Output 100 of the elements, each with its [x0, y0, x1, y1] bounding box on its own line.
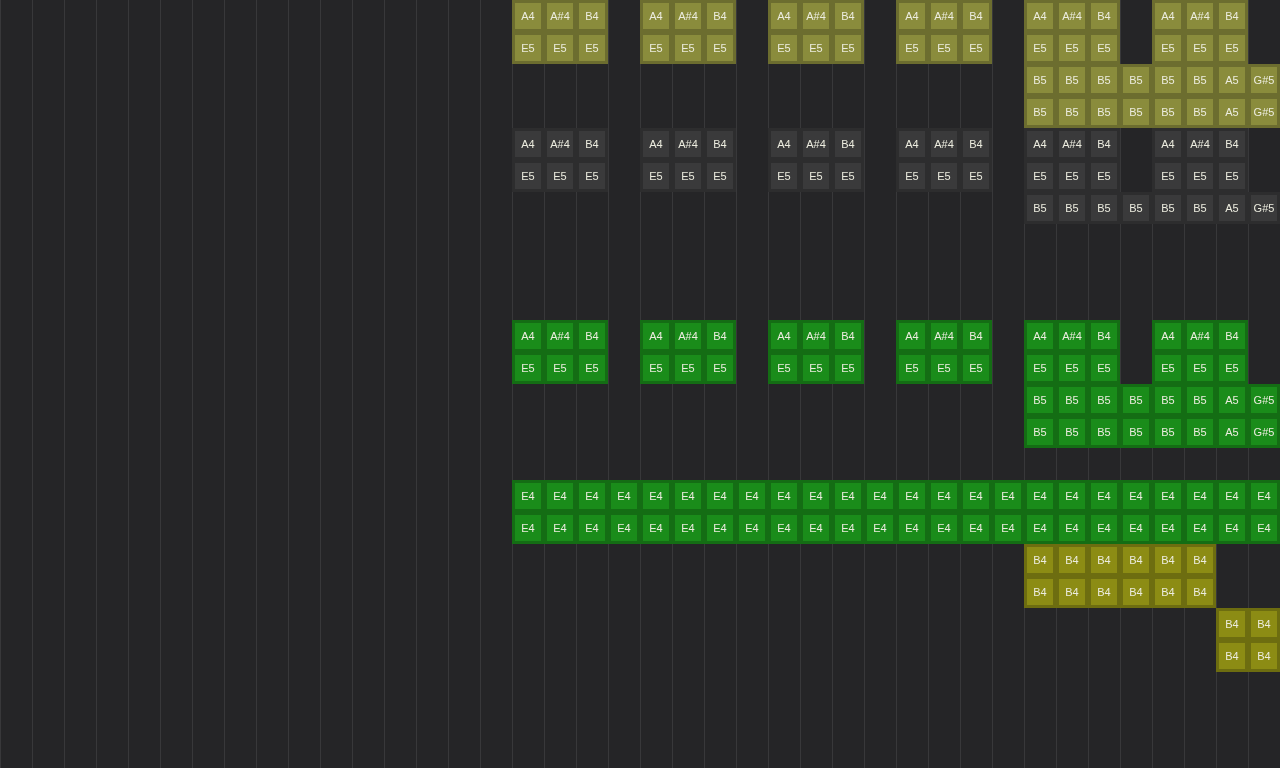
note-cell[interactable]: A4 — [1152, 320, 1184, 352]
note-cell[interactable]: A5 — [1216, 416, 1248, 448]
note-cell[interactable]: A#4 — [928, 0, 960, 32]
note-cell[interactable]: E5 — [672, 352, 704, 384]
note-cell[interactable]: B4 — [1088, 544, 1120, 576]
note-cell[interactable]: E4 — [864, 480, 896, 512]
note-cell[interactable]: E5 — [928, 352, 960, 384]
note-cell[interactable]: B4 — [1152, 544, 1184, 576]
note-cell[interactable]: B4 — [832, 320, 864, 352]
note-cell[interactable]: B4 — [1056, 576, 1088, 608]
note-cell[interactable]: B4 — [1024, 576, 1056, 608]
note-cell[interactable]: B5 — [1152, 416, 1184, 448]
note-cell[interactable]: B5 — [1184, 96, 1216, 128]
note-cell[interactable]: G#5 — [1248, 96, 1280, 128]
note-cell[interactable]: B4 — [576, 0, 608, 32]
note-cell[interactable]: E4 — [1248, 480, 1280, 512]
note-cell[interactable]: E5 — [1152, 352, 1184, 384]
note-cell[interactable]: E4 — [800, 512, 832, 544]
note-cell[interactable]: E5 — [832, 160, 864, 192]
note-cell[interactable]: A#4 — [1056, 0, 1088, 32]
note-cell[interactable]: E4 — [544, 512, 576, 544]
note-cell[interactable]: B4 — [1088, 320, 1120, 352]
note-cell[interactable]: E5 — [704, 160, 736, 192]
note-cell[interactable]: B5 — [1056, 384, 1088, 416]
note-cell[interactable]: E5 — [1184, 352, 1216, 384]
note-cell[interactable]: B5 — [1152, 192, 1184, 224]
note-cell[interactable]: E5 — [512, 160, 544, 192]
note-cell[interactable]: B4 — [1248, 640, 1280, 672]
note-cell[interactable]: E5 — [1184, 32, 1216, 64]
note-cell[interactable]: E4 — [1184, 480, 1216, 512]
note-cell[interactable]: B4 — [1152, 576, 1184, 608]
note-cell[interactable]: A5 — [1216, 384, 1248, 416]
note-cell[interactable]: E4 — [832, 480, 864, 512]
note-cell[interactable]: E5 — [576, 32, 608, 64]
note-cell[interactable]: B4 — [1216, 608, 1248, 640]
note-cell[interactable]: E4 — [832, 512, 864, 544]
note-cell[interactable]: E4 — [736, 480, 768, 512]
note-cell[interactable]: B5 — [1152, 384, 1184, 416]
note-cell[interactable]: G#5 — [1248, 384, 1280, 416]
note-cell[interactable]: A#4 — [1184, 0, 1216, 32]
note-cell[interactable]: G#5 — [1248, 416, 1280, 448]
note-cell[interactable]: E4 — [1024, 480, 1056, 512]
note-cell[interactable]: E4 — [608, 512, 640, 544]
note-cell[interactable]: A5 — [1216, 96, 1248, 128]
note-cell[interactable]: E5 — [672, 32, 704, 64]
note-cell[interactable]: E4 — [576, 480, 608, 512]
note-cell[interactable]: E4 — [1088, 512, 1120, 544]
note-cell[interactable]: E5 — [640, 160, 672, 192]
note-cell[interactable]: A4 — [1024, 320, 1056, 352]
note-cell[interactable]: B5 — [1184, 416, 1216, 448]
note-cell[interactable]: E4 — [512, 480, 544, 512]
note-cell[interactable]: B5 — [1056, 96, 1088, 128]
note-cell[interactable]: B5 — [1120, 384, 1152, 416]
note-cell[interactable]: G#5 — [1248, 64, 1280, 96]
note-cell[interactable]: E4 — [608, 480, 640, 512]
note-cell[interactable]: B5 — [1184, 192, 1216, 224]
note-cell[interactable]: E5 — [800, 32, 832, 64]
note-cell[interactable]: B4 — [1184, 576, 1216, 608]
note-cell[interactable]: E5 — [640, 352, 672, 384]
note-cell[interactable]: E4 — [1120, 480, 1152, 512]
note-cell[interactable]: B4 — [1024, 544, 1056, 576]
note-cell[interactable]: E5 — [544, 352, 576, 384]
note-cell[interactable]: A#4 — [800, 128, 832, 160]
note-cell[interactable]: A#4 — [1056, 320, 1088, 352]
note-cell[interactable]: E5 — [960, 32, 992, 64]
note-cell[interactable]: B5 — [1056, 416, 1088, 448]
note-cell[interactable]: B4 — [1088, 128, 1120, 160]
note-cell[interactable]: A4 — [640, 320, 672, 352]
note-cell[interactable]: B5 — [1184, 384, 1216, 416]
note-cell[interactable]: A4 — [512, 128, 544, 160]
note-cell[interactable]: E4 — [928, 480, 960, 512]
note-cell[interactable]: E4 — [544, 480, 576, 512]
note-cell[interactable]: B5 — [1120, 96, 1152, 128]
note-cell[interactable]: A5 — [1216, 64, 1248, 96]
note-cell[interactable]: A#4 — [928, 320, 960, 352]
note-cell[interactable]: B4 — [832, 128, 864, 160]
note-cell[interactable]: A4 — [896, 128, 928, 160]
note-cell[interactable]: E5 — [928, 160, 960, 192]
note-cell[interactable]: E4 — [1152, 480, 1184, 512]
note-cell[interactable]: B5 — [1152, 96, 1184, 128]
note-cell[interactable]: E5 — [640, 32, 672, 64]
note-cell[interactable]: E4 — [768, 480, 800, 512]
note-cell[interactable]: E5 — [576, 352, 608, 384]
note-cell[interactable]: A4 — [768, 320, 800, 352]
note-cell[interactable]: E5 — [1184, 160, 1216, 192]
note-cell[interactable]: E5 — [960, 160, 992, 192]
note-cell[interactable]: E4 — [1216, 512, 1248, 544]
note-cell[interactable]: E5 — [800, 160, 832, 192]
note-cell[interactable]: E4 — [576, 512, 608, 544]
note-cell[interactable]: B4 — [832, 0, 864, 32]
note-cell[interactable]: E5 — [1216, 32, 1248, 64]
note-cell[interactable]: E4 — [704, 512, 736, 544]
note-cell[interactable]: B4 — [576, 128, 608, 160]
note-cell[interactable]: G#5 — [1248, 192, 1280, 224]
note-cell[interactable]: B4 — [704, 320, 736, 352]
note-cell[interactable]: E5 — [544, 32, 576, 64]
note-cell[interactable]: E5 — [512, 32, 544, 64]
note-cell[interactable]: E5 — [704, 32, 736, 64]
note-cell[interactable]: B5 — [1056, 192, 1088, 224]
note-cell[interactable]: B4 — [1248, 608, 1280, 640]
